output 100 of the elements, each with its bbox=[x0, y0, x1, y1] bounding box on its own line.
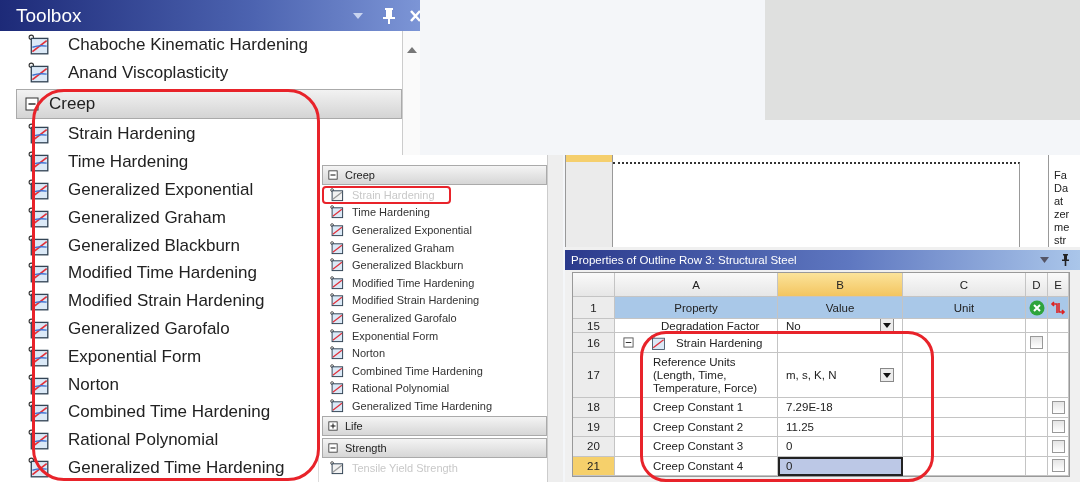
chart-icon bbox=[330, 187, 344, 202]
collapse-icon[interactable] bbox=[623, 337, 634, 348]
toolbox-item[interactable]: Strain Hardening bbox=[14, 120, 196, 149]
toolbox-item[interactable]: Norton bbox=[322, 344, 402, 362]
toolbox-item[interactable]: Exponential Form bbox=[14, 342, 202, 371]
chart-icon bbox=[330, 381, 344, 396]
close-icon[interactable] bbox=[410, 8, 420, 23]
property-name: Reference Units (Length, Time, Temperature, Force) bbox=[653, 355, 759, 395]
chart-icon bbox=[330, 205, 344, 220]
toolbox-item[interactable]: Norton bbox=[14, 370, 120, 399]
chart-icon bbox=[330, 223, 344, 237]
toolbox-item[interactable]: Modified Strain Hardening bbox=[14, 287, 265, 316]
chart-icon bbox=[330, 363, 344, 378]
toolbox-item[interactable]: Rational Polynomial bbox=[14, 426, 219, 455]
chart-icon bbox=[330, 460, 344, 475]
row-number[interactable]: 16 bbox=[573, 333, 615, 353]
group-header[interactable]: Life bbox=[322, 415, 547, 436]
chart-icon bbox=[28, 345, 50, 368]
expand-icon[interactable] bbox=[328, 420, 338, 431]
toolbox-item[interactable]: Time Hardening bbox=[322, 203, 446, 222]
chart-icon bbox=[28, 401, 50, 424]
value-cell[interactable]: m, s, K, N bbox=[778, 353, 903, 398]
toolbox-item[interactable]: Generalized Garofalo bbox=[14, 315, 230, 343]
toolbox-item[interactable]: Generalized Exponential bbox=[14, 176, 254, 204]
toolbox-item[interactable]: Combined Time Hardening bbox=[322, 361, 499, 380]
dropdown-button[interactable] bbox=[880, 368, 894, 382]
toolbox-item[interactable]: Generalized Time Hardening bbox=[322, 397, 509, 415]
collapse-icon[interactable] bbox=[25, 96, 39, 111]
description-text: Fa Da at zer me str bbox=[1053, 168, 1071, 247]
property-name: Creep Constant 4 bbox=[653, 459, 744, 472]
toolbox-item[interactable]: Generalized Garofalo bbox=[322, 309, 473, 327]
chart-icon bbox=[28, 234, 50, 257]
expand-icon[interactable] bbox=[328, 442, 338, 453]
property-name: Degradation Factor bbox=[660, 320, 760, 332]
toolbox-item[interactable]: Generalized Time Hardening bbox=[14, 454, 285, 482]
column-header[interactable]: D bbox=[1026, 273, 1048, 297]
chart-icon bbox=[28, 318, 50, 341]
chart-icon bbox=[330, 240, 344, 255]
chart-icon bbox=[28, 179, 50, 202]
dropdown-icon[interactable] bbox=[352, 11, 364, 20]
toolbox-item[interactable]: Anand Viscoplasticity bbox=[14, 58, 229, 87]
toolbox-item[interactable]: Modified Time Hardening bbox=[14, 259, 257, 288]
scroll-up-icon[interactable] bbox=[406, 47, 417, 53]
chart-icon bbox=[330, 275, 344, 290]
toolbox-item[interactable]: Chaboche Kinematic Hardening bbox=[14, 31, 309, 59]
column-header[interactable]: E bbox=[1048, 273, 1069, 297]
toolbox-item[interactable]: Time Hardening bbox=[14, 148, 189, 177]
value-cell[interactable]: 7.29E-18 bbox=[778, 398, 903, 418]
property-name: Strain Hardening bbox=[676, 336, 763, 349]
chart-icon bbox=[330, 398, 344, 413]
chart-icon bbox=[28, 429, 50, 452]
column-header[interactable]: C bbox=[903, 273, 1026, 297]
row-number[interactable]: 15 bbox=[573, 319, 615, 333]
toolbox-item[interactable]: Modified Time Hardening bbox=[322, 273, 491, 292]
toolbox-item[interactable]: Generalized Blackburn bbox=[14, 231, 240, 260]
row-number[interactable]: 19 bbox=[573, 417, 615, 437]
row-number[interactable]: 18 bbox=[573, 398, 615, 418]
dropdown-button[interactable] bbox=[880, 319, 894, 332]
group-header[interactable]: Strength bbox=[322, 437, 547, 458]
property-name: Creep Constant 2 bbox=[653, 420, 744, 433]
table-cell bbox=[573, 273, 615, 297]
scrollbar[interactable] bbox=[547, 155, 563, 482]
chart-icon bbox=[28, 33, 50, 56]
column-header[interactable]: A bbox=[615, 273, 778, 297]
table-header-cell: Unit bbox=[903, 297, 1026, 319]
toolbox-item[interactable]: Rational Polynomial bbox=[322, 379, 466, 398]
chart-icon bbox=[330, 346, 344, 361]
toolbox-item[interactable]: Generalized Graham bbox=[322, 238, 471, 257]
chart-icon bbox=[28, 457, 50, 480]
x-circle-icon[interactable] bbox=[1028, 299, 1045, 316]
toolbox-item[interactable]: Combined Time Hardening bbox=[14, 398, 271, 427]
property-name: Creep Constant 3 bbox=[653, 440, 744, 453]
toolbox-item[interactable]: Generalized Graham bbox=[14, 204, 226, 232]
value-cell[interactable]: 11.25 bbox=[778, 417, 903, 437]
toolbox-item[interactable]: Generalized Exponential bbox=[322, 221, 488, 239]
chart-icon bbox=[28, 206, 50, 229]
dropdown-icon[interactable] bbox=[1040, 257, 1049, 263]
row-number[interactable]: 20 bbox=[573, 437, 615, 457]
pin-icon[interactable] bbox=[1061, 254, 1070, 266]
chart-icon bbox=[28, 373, 50, 396]
toolbox-item[interactable]: Modified Strain Hardening bbox=[322, 291, 496, 310]
value-cell[interactable]: 0 bbox=[778, 456, 903, 476]
scrollbar[interactable] bbox=[402, 31, 420, 155]
group-header[interactable]: Creep bbox=[322, 165, 547, 185]
toolbox-item[interactable]: Generalized Blackburn bbox=[322, 256, 480, 274]
toolbox-item[interactable]: Exponential Form bbox=[322, 326, 455, 345]
expand-icon[interactable] bbox=[328, 170, 338, 180]
chart-icon bbox=[28, 123, 50, 146]
column-header[interactable]: B bbox=[778, 273, 903, 297]
row-number[interactable]: 17 bbox=[573, 353, 615, 398]
table-header-cell: Property bbox=[615, 297, 778, 319]
chart-icon bbox=[330, 258, 344, 273]
checkbox[interactable] bbox=[1030, 336, 1043, 349]
panel-title: Toolbox bbox=[16, 4, 83, 27]
refresh-icon[interactable] bbox=[1050, 300, 1066, 315]
chart-icon bbox=[330, 293, 344, 308]
row-number[interactable]: 21 bbox=[573, 456, 615, 476]
group-header[interactable]: Creep bbox=[16, 88, 402, 119]
value-cell[interactable]: 0 bbox=[778, 437, 903, 457]
panel-title: Properties of Outline Row 3: Structural Steel bbox=[571, 254, 798, 266]
